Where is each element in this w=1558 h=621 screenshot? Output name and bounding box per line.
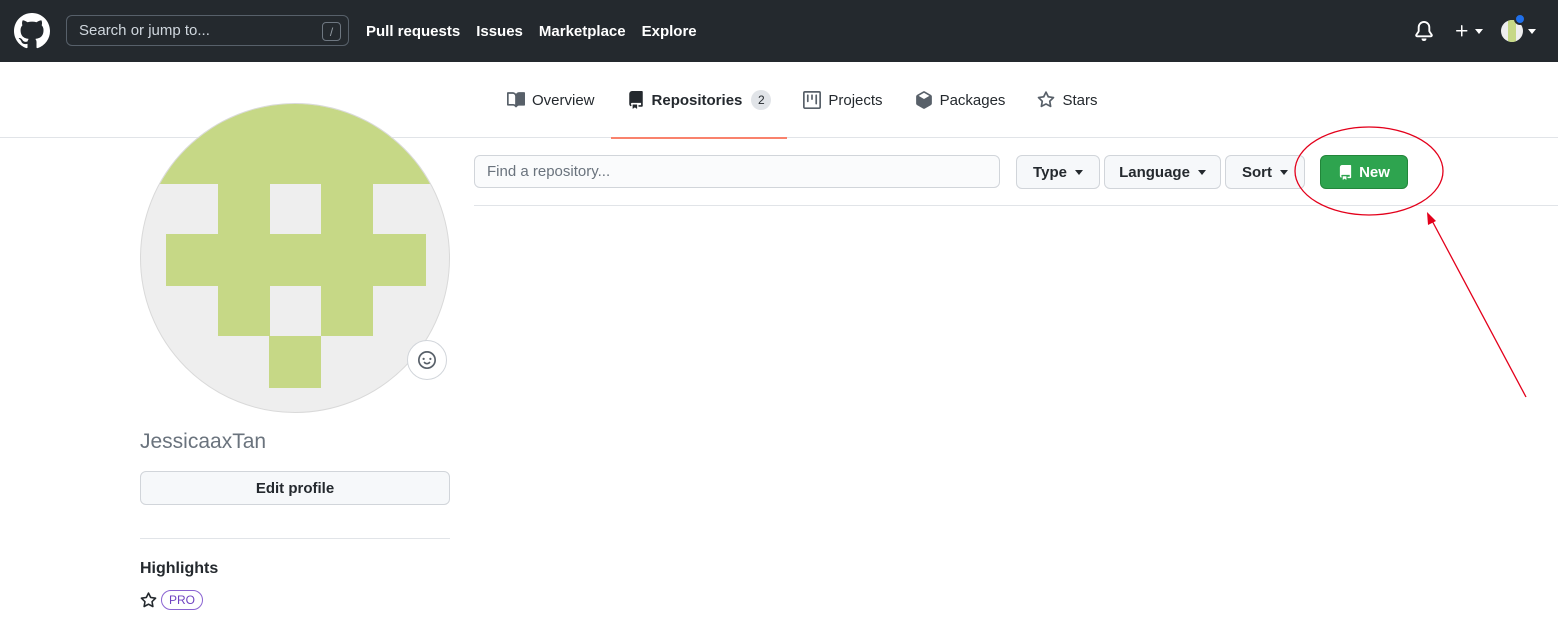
repo-search-input[interactable]: [475, 156, 999, 187]
header-actions: [1414, 0, 1536, 62]
global-header: / Pull requests Issues Marketplace Explo…: [0, 0, 1558, 62]
search-shortcut-key: /: [322, 22, 341, 41]
profile-tabs: Overview Repositories 2 Projects Package…: [491, 62, 1113, 139]
annotation-arrow-line: [1428, 214, 1527, 398]
chevron-down-icon: [1280, 169, 1288, 175]
highlights-heading: Highlights: [140, 560, 219, 577]
chevron-down-icon: [1475, 28, 1483, 34]
package-icon: [915, 91, 932, 109]
edit-profile-button[interactable]: Edit profile: [140, 471, 450, 505]
repo-icon: [628, 91, 643, 109]
global-search[interactable]: /: [66, 15, 349, 46]
nav-explore[interactable]: Explore: [642, 23, 697, 40]
profile-avatar[interactable]: [140, 103, 450, 413]
chevron-down-icon: [1528, 28, 1536, 34]
bell-icon[interactable]: [1414, 21, 1434, 41]
nav-marketplace[interactable]: Marketplace: [539, 23, 626, 40]
chevron-down-icon: [1074, 169, 1083, 175]
star-icon: [140, 591, 157, 607]
user-menu[interactable]: [1501, 13, 1536, 42]
language-filter-label: Language: [1119, 163, 1190, 181]
profile-username: JessicaaxTan: [140, 430, 267, 453]
annotation-arrow-head: [1427, 212, 1436, 225]
new-repository-button[interactable]: New: [1320, 155, 1408, 189]
tab-stars[interactable]: Stars: [1021, 62, 1113, 138]
star-icon: [1038, 91, 1055, 108]
smiley-icon: [418, 351, 436, 369]
global-search-input[interactable]: [67, 16, 348, 45]
sidebar-divider: [140, 538, 450, 539]
plus-icon: [1456, 25, 1468, 37]
pro-badge[interactable]: PRO: [161, 590, 204, 610]
tab-projects[interactable]: Projects: [787, 62, 898, 138]
nav-pull-requests[interactable]: Pull requests: [366, 23, 460, 40]
new-button-label: New: [1359, 163, 1390, 181]
language-filter-button[interactable]: Language: [1104, 155, 1221, 189]
book-icon: [507, 92, 525, 108]
tab-overview[interactable]: Overview: [491, 62, 611, 138]
create-new-menu[interactable]: [1454, 23, 1483, 39]
notification-indicator: [1514, 13, 1526, 25]
tab-packages[interactable]: Packages: [899, 62, 1022, 138]
set-status-button[interactable]: [407, 340, 447, 380]
repo-count-badge: 2: [751, 90, 772, 110]
filter-divider: [474, 205, 1558, 206]
highlights-pro: PRO: [140, 590, 204, 610]
tab-label: Packages: [939, 91, 1006, 109]
nav-issues[interactable]: Issues: [476, 23, 523, 40]
project-icon: [803, 91, 822, 109]
type-filter-button[interactable]: Type: [1016, 155, 1100, 189]
tab-label: Stars: [1062, 91, 1098, 109]
chevron-down-icon: [1197, 169, 1206, 175]
repo-icon: [1339, 164, 1352, 180]
tab-label: Overview: [532, 91, 595, 109]
type-filter-label: Type: [1033, 163, 1067, 181]
github-logo-icon[interactable]: [14, 13, 50, 49]
tab-label: Repositories: [651, 91, 743, 109]
tab-label: Projects: [828, 91, 883, 109]
tab-repositories[interactable]: Repositories 2: [610, 62, 788, 139]
header-nav: Pull requests Issues Marketplace Explore: [366, 0, 713, 62]
repo-search[interactable]: [474, 155, 1000, 188]
sort-label: Sort: [1242, 163, 1272, 181]
sort-button[interactable]: Sort: [1225, 155, 1305, 189]
